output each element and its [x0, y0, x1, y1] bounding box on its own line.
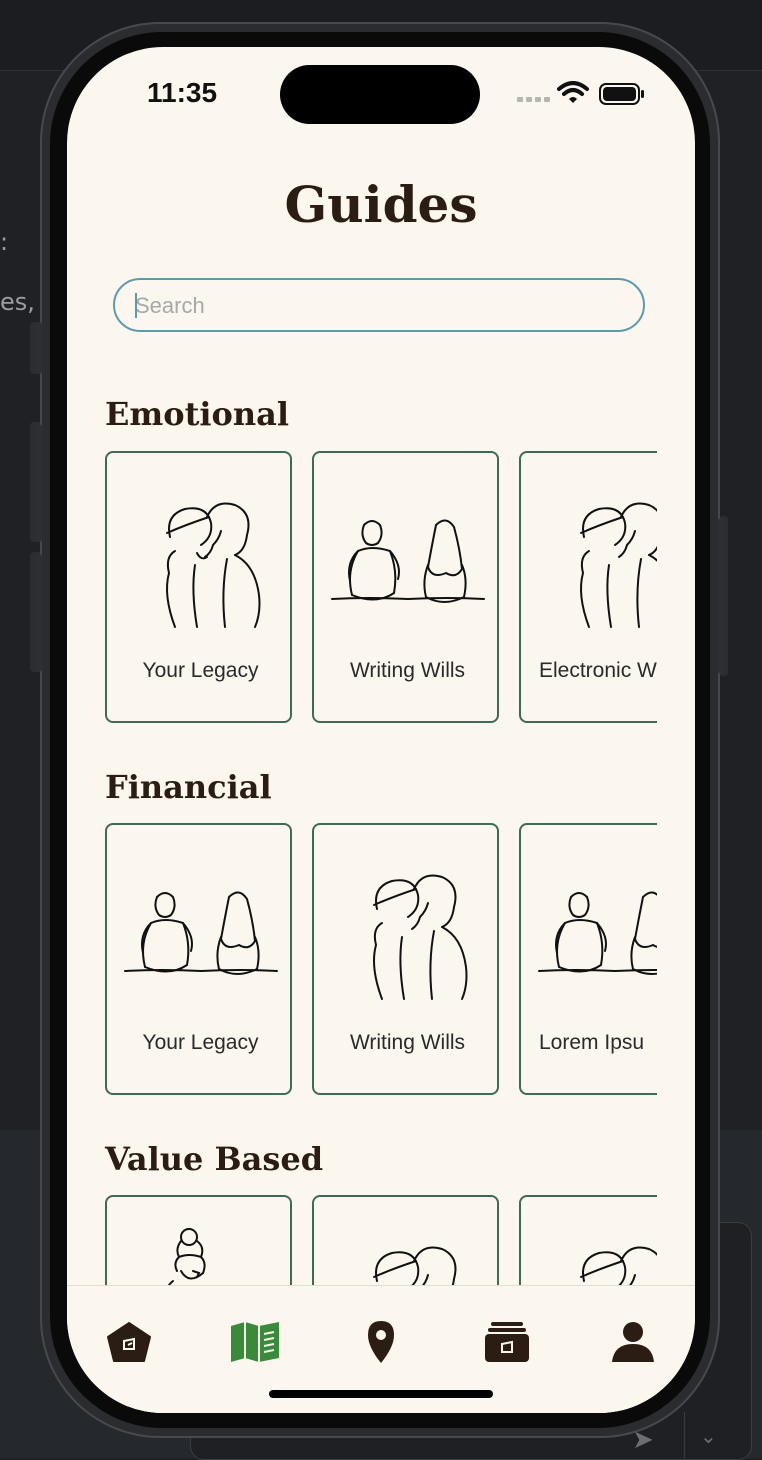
guide-card-label: Your Legacy: [142, 659, 259, 682]
home-indicator[interactable]: [269, 1390, 493, 1398]
home-icon: [107, 1322, 151, 1362]
phone-side-button: [36, 554, 42, 672]
guide-card[interactable]: Electronic W: [519, 451, 657, 723]
chevron-down-icon: ⌄: [700, 1426, 717, 1448]
cellular-signal-icon: [517, 97, 550, 102]
background-text-fragment: es,: [0, 288, 35, 316]
guide-card[interactable]: Lorem Ipsu: [519, 823, 657, 1095]
guide-card-label: Writing Wills: [349, 659, 466, 682]
background-divider: [684, 1412, 685, 1458]
tab-guides[interactable]: [225, 1312, 285, 1372]
section-title-emotional: Emotional: [105, 395, 290, 433]
guide-card-label: Your Legacy: [142, 1031, 259, 1054]
search-field[interactable]: [113, 278, 645, 332]
couple-kissing-illustration: [166, 502, 261, 628]
tab-locations[interactable]: [351, 1312, 411, 1372]
map-guide-icon: [231, 1322, 279, 1362]
status-time: 11:35: [147, 77, 218, 108]
tab-archive[interactable]: [477, 1312, 537, 1372]
wifi-icon: [557, 81, 589, 103]
tab-profile[interactable]: [603, 1312, 663, 1372]
section-title-financial: Financial: [105, 768, 272, 806]
location-pin-icon: [368, 1321, 394, 1363]
couple-kissing-illustration: [580, 502, 657, 628]
couple-kissing-illustration: [373, 874, 468, 1000]
background-text-fragment: :: [0, 228, 9, 256]
phone-side-button: [36, 424, 42, 542]
dynamic-island: [280, 65, 480, 124]
guide-card-label: Electronic W: [539, 659, 657, 682]
text-cursor: [135, 293, 137, 318]
battery-icon: [599, 83, 644, 105]
phone-side-button: [718, 518, 724, 674]
guide-row-financial[interactable]: Your Legacy Writing Wills Lorem Ipsu: [105, 823, 657, 1099]
guide-card-label: Writing Wills: [349, 1031, 466, 1054]
guide-card[interactable]: Your Legacy: [105, 451, 292, 723]
couple-sitting-illustration: [331, 519, 485, 603]
page-title: Guides: [284, 175, 478, 234]
guide-card[interactable]: Your Legacy: [105, 823, 292, 1095]
phone-side-button: [36, 322, 42, 374]
guide-row-emotional[interactable]: Your Legacy Writing Wills Electronic W: [105, 451, 657, 727]
phone-screen: 11:35 Guides Emotional: [67, 47, 695, 1413]
section-title-value-based: Value Based: [105, 1140, 324, 1178]
profile-icon: [612, 1322, 654, 1362]
guide-card[interactable]: Writing Wills: [312, 823, 499, 1095]
guide-card[interactable]: Writing Wills: [312, 451, 499, 723]
couple-sitting-illustration: [124, 891, 278, 975]
couple-sitting-illustration: [538, 891, 657, 975]
search-input[interactable]: [133, 280, 627, 332]
guide-card-label: Lorem Ipsu: [539, 1031, 645, 1054]
tab-home[interactable]: [99, 1312, 159, 1372]
archive-icon: [485, 1322, 529, 1362]
